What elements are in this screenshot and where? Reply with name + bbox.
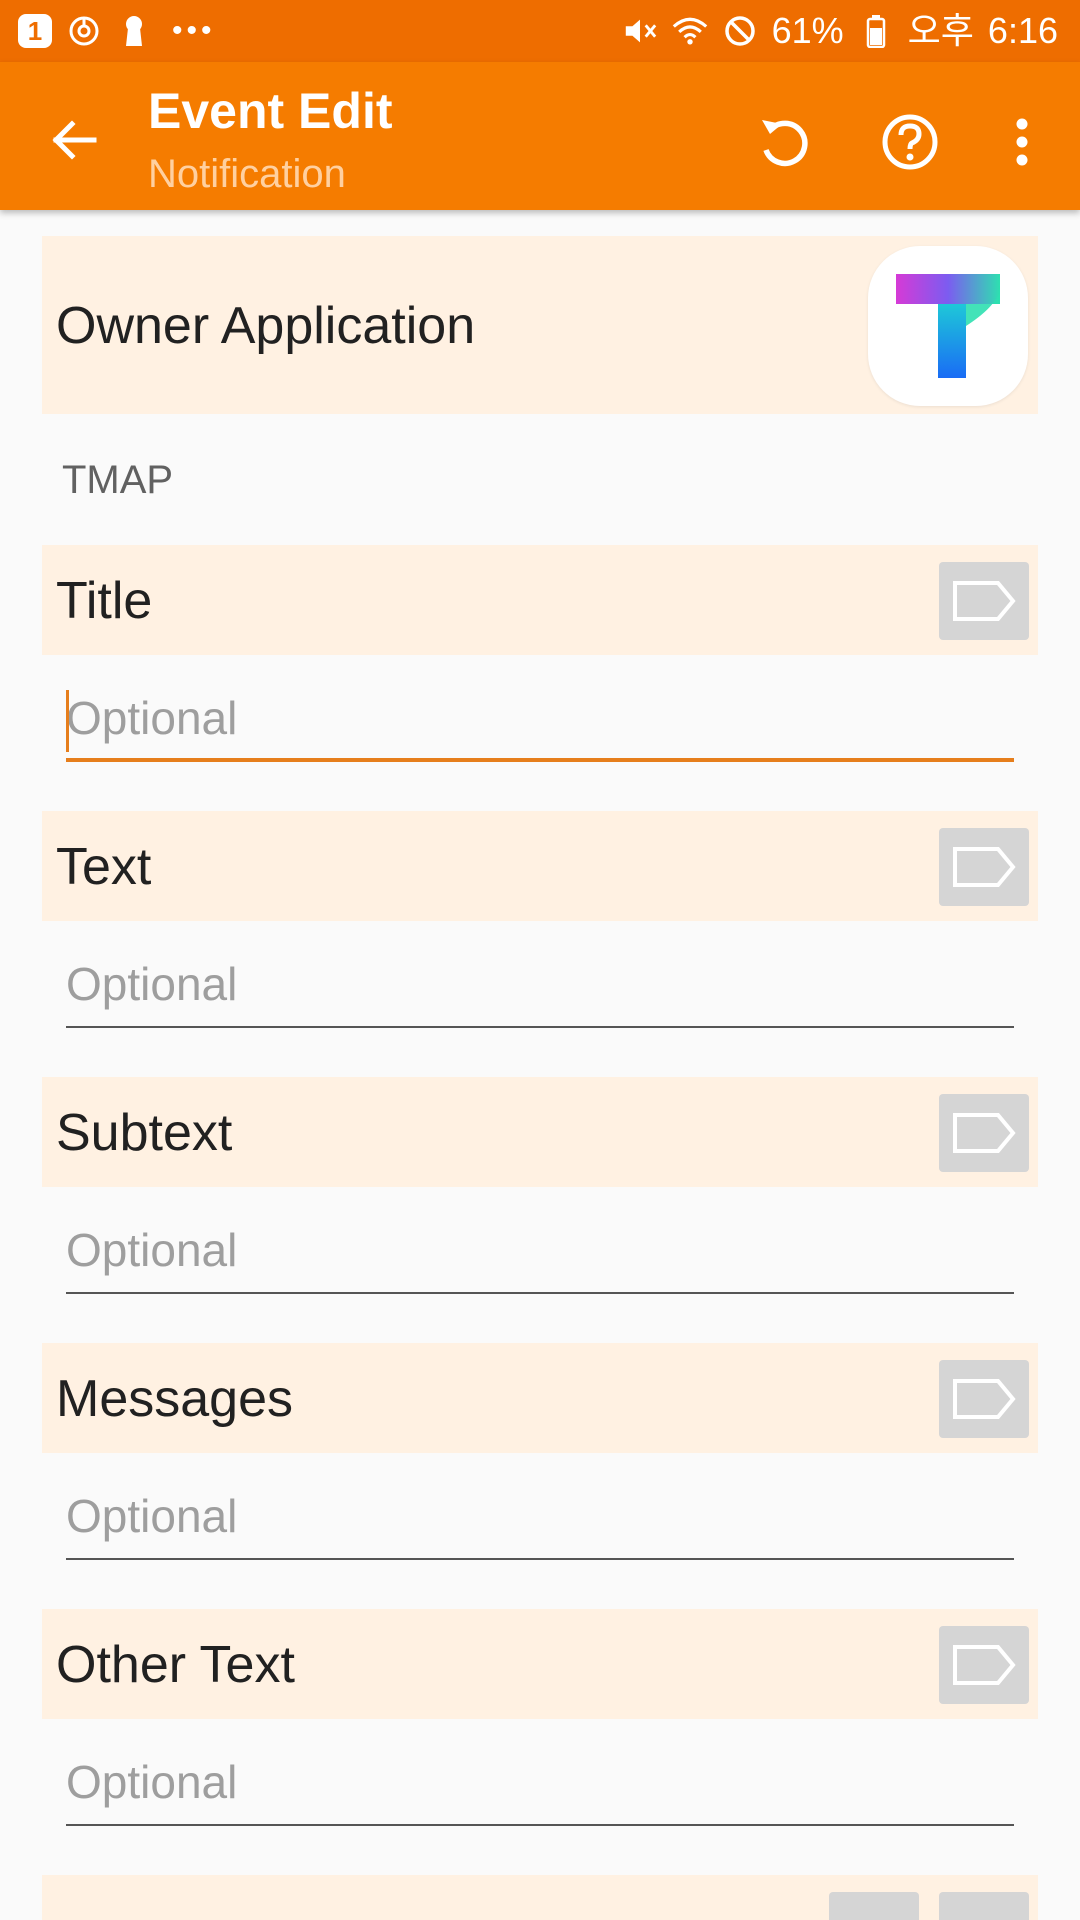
- status-bar: 1 ••• 61% 오후 6:16: [0, 0, 1080, 62]
- field-label-text: Text: [56, 838, 152, 896]
- label-tag-icon: [953, 1645, 1016, 1685]
- other-text-input-wrapper: [66, 1742, 1014, 1826]
- field-header-other-text: Other Text: [42, 1609, 1038, 1719]
- battery-percent: 61%: [771, 10, 844, 51]
- variable-tag-button-text[interactable]: [939, 828, 1029, 906]
- overflow-menu-icon[interactable]: [984, 104, 1060, 180]
- label-tag-icon: [953, 847, 1016, 887]
- keyhole-icon: [116, 13, 152, 49]
- owner-application-name: TMAP: [62, 458, 174, 502]
- clock-ampm: 오후: [907, 10, 974, 51]
- app-toolbar: Event Edit Notification: [0, 62, 1080, 210]
- messages-input[interactable]: [66, 1476, 1014, 1556]
- title-input[interactable]: [66, 678, 1014, 758]
- wifi-icon: [672, 13, 708, 49]
- field-header-text: Text: [42, 811, 1038, 921]
- clock-time: 6:16: [987, 10, 1058, 51]
- subtext-input[interactable]: [66, 1210, 1014, 1290]
- title-input-wrapper: [66, 678, 1014, 762]
- field-header-next: [42, 1875, 1038, 1920]
- variable-tag-button-other-text[interactable]: [939, 1626, 1029, 1704]
- other-text-input[interactable]: [66, 1742, 1014, 1822]
- mute-vibrate-icon: [622, 13, 658, 49]
- owner-application-label: Owner Application: [56, 297, 476, 355]
- blocked-icon: [722, 13, 758, 49]
- search-button-next[interactable]: [939, 1892, 1029, 1920]
- field-header-messages: Messages: [42, 1343, 1038, 1453]
- page-title: Event Edit: [148, 83, 393, 139]
- field-label-subtext: Subtext: [56, 1104, 233, 1162]
- text-input-wrapper: [66, 944, 1014, 1028]
- messages-input-wrapper: [66, 1476, 1014, 1560]
- label-tag-icon: [953, 581, 1016, 621]
- sync-icon: [66, 13, 102, 49]
- label-tag-icon: [953, 1379, 1016, 1419]
- text-cursor: [66, 690, 69, 752]
- text-input[interactable]: [66, 944, 1014, 1024]
- owner-application-row[interactable]: Owner Application: [42, 236, 1038, 414]
- field-label-title: Title: [56, 572, 153, 630]
- field-header-subtext: Subtext: [42, 1077, 1038, 1187]
- variable-tag-button-subtext[interactable]: [939, 1094, 1029, 1172]
- more-notifications-icon: •••: [172, 14, 216, 47]
- help-icon[interactable]: [872, 104, 948, 180]
- battery-icon: [858, 13, 894, 49]
- tmap-app-icon[interactable]: [868, 246, 1028, 406]
- variable-tag-button-messages[interactable]: [939, 1360, 1029, 1438]
- notification-badge-icon: 1: [18, 14, 52, 48]
- variable-tag-button-next[interactable]: [829, 1892, 919, 1920]
- label-tag-icon: [953, 1113, 1016, 1153]
- page-subtitle: Notification: [148, 152, 346, 196]
- field-label-other-text: Other Text: [56, 1636, 295, 1694]
- field-label-messages: Messages: [56, 1370, 293, 1428]
- back-arrow-icon[interactable]: [40, 106, 108, 174]
- undo-icon[interactable]: [746, 104, 822, 180]
- field-header-title: Title: [42, 545, 1038, 655]
- variable-tag-button-title[interactable]: [939, 562, 1029, 640]
- event-edit-form: Owner Application TMAP Title Optional Te…: [0, 210, 1080, 1920]
- subtext-input-wrapper: [66, 1210, 1014, 1294]
